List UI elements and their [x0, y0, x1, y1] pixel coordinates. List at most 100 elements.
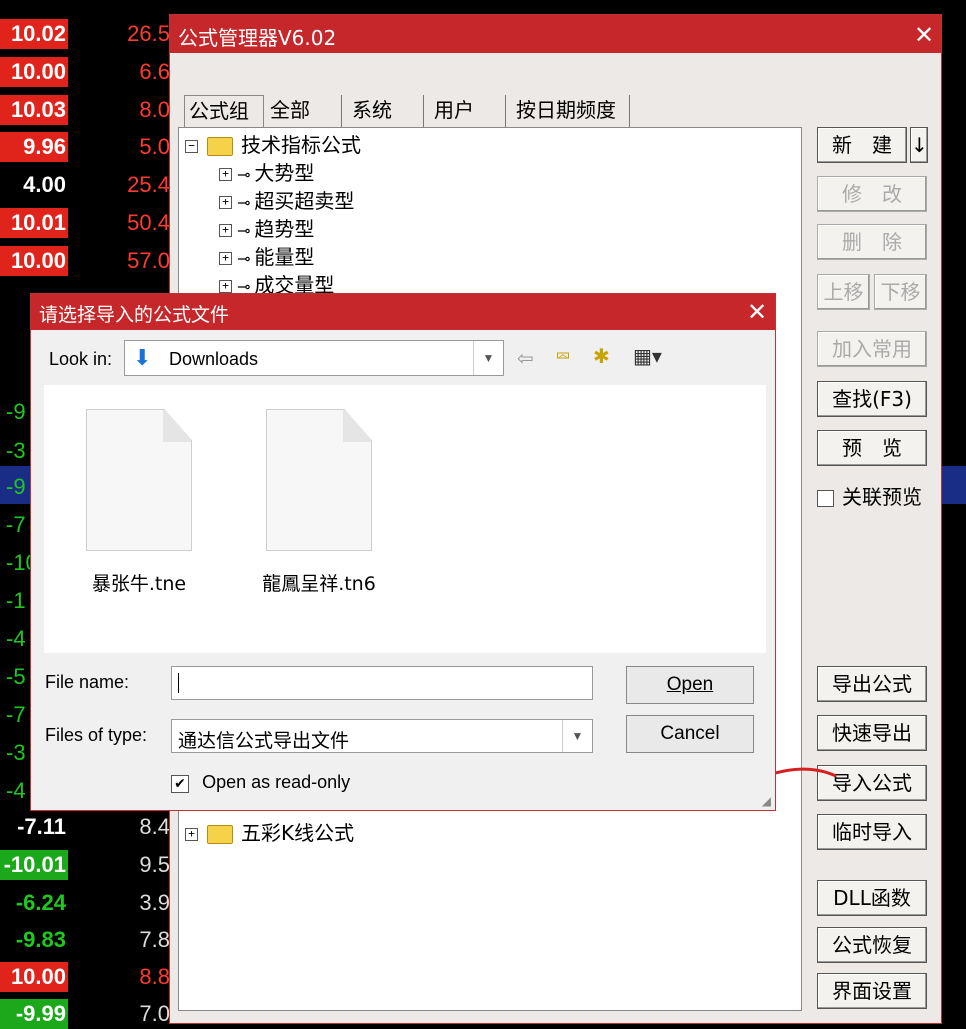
quote-row: 4.00 25.4 [0, 170, 170, 200]
quote-row: 10.03 8.0 [0, 95, 170, 125]
tree-node[interactable]: + ⊸ 超买超卖型 [219, 188, 354, 214]
read-only-checkbox[interactable]: ✔ [171, 774, 189, 793]
quote-value: 5.0 [139, 134, 170, 159]
move-up-button[interactable]: 上移 [817, 274, 870, 310]
view-menu-icon[interactable]: ▦▾ [633, 344, 662, 368]
tab-by-date-frequency[interactable]: 按日期频度 [512, 95, 630, 127]
file-list[interactable]: 暴张牛.tne 龍鳳呈祥.tn6 [44, 385, 766, 653]
quote-value: 3.9 [139, 890, 170, 915]
quote-row: 9.96 5.0 [0, 132, 170, 162]
formula-manager-titlebar: 公式管理器V6.02 ✕ [170, 15, 941, 53]
quote-change-pct: -7.11 [17, 814, 66, 839]
quote-change-pct: 10.03 [0, 95, 68, 125]
temp-import-button[interactable]: 临时导入 [817, 814, 927, 850]
file-name-label: File name: [45, 672, 130, 692]
tree-node[interactable]: + ⊸ 趋势型 [219, 216, 314, 242]
quote-row: 10.00 6.6 [0, 57, 170, 87]
move-down-button[interactable]: 下移 [874, 274, 927, 310]
key-icon: ⊸ [237, 221, 251, 240]
quote-value: 8.4 [139, 814, 170, 839]
ui-settings-button[interactable]: 界面设置 [817, 973, 927, 1009]
export-formula-button[interactable]: 导出公式 [817, 666, 927, 702]
quote-value-partial: -9 [6, 399, 26, 424]
quote-value: 6.6 [139, 59, 170, 84]
delete-button[interactable]: 删 除 [817, 224, 927, 260]
expand-icon[interactable]: + [185, 828, 198, 841]
read-only-option[interactable]: ✔ Open as read-only [171, 772, 350, 793]
expand-icon[interactable]: + [219, 224, 232, 237]
quote-value-partial: -10 [6, 550, 30, 575]
expand-icon[interactable]: + [219, 196, 232, 209]
dll-function-button[interactable]: DLL函数 [817, 880, 927, 916]
quick-export-button[interactable]: 快速导出 [817, 715, 927, 751]
tree-node[interactable]: + ⊸ 大势型 [219, 160, 314, 186]
quote-row: -9.83 7.8 [0, 925, 170, 955]
file-icon [266, 409, 372, 551]
tab-all[interactable]: 全部 [266, 95, 342, 127]
cancel-button[interactable]: Cancel [626, 715, 754, 753]
files-of-type-label: Files of type: [45, 725, 148, 745]
text-cursor [178, 673, 179, 693]
new-folder-icon[interactable]: ✱ [593, 344, 610, 368]
quote-value-partial: -9 [6, 474, 26, 499]
quote-row: -6.24 3.9 [0, 888, 170, 918]
background-top-row [0, 0, 966, 12]
tab-user[interactable]: 用户 [430, 95, 506, 127]
quote-value-partial: -3 [6, 438, 26, 463]
expand-icon[interactable]: + [219, 252, 232, 265]
quote-change-pct: -9.83 [15, 927, 66, 952]
quote-row: 10.01 50.4 [0, 208, 170, 238]
look-in-value: Downloads [169, 349, 259, 369]
back-icon[interactable]: ⇦ [517, 346, 534, 370]
quote-change-pct: -6.24 [15, 890, 66, 915]
file-name: 龍鳳呈祥.tn6 [262, 573, 376, 595]
resize-grip-icon[interactable]: ◢ [762, 794, 771, 808]
quote-change-pct: 4.00 [23, 172, 66, 197]
quote-row: 10.00 8.8 [0, 962, 170, 992]
new-dropdown-button[interactable]: ↓ [910, 127, 928, 163]
open-button[interactable]: Open [626, 666, 754, 704]
look-in-select[interactable]: ⬇ Downloads ▼ [124, 340, 504, 376]
quote-value: 26.5 [127, 21, 170, 46]
chevron-down-icon[interactable]: ▼ [562, 720, 592, 752]
add-common-button[interactable]: 加入常用 [817, 331, 927, 367]
dialog-title: 请选择导入的公式文件 [39, 304, 230, 326]
tree-node-root[interactable]: − 技术指标公式 [185, 132, 361, 158]
tree-node-label: 超买超卖型 [254, 189, 355, 213]
quote-change-pct: -9.99 [0, 999, 68, 1029]
expand-icon[interactable]: + [219, 168, 232, 181]
quote-value-partial: -3 [6, 740, 26, 765]
look-in-label: Look in: [49, 349, 113, 369]
preview-button[interactable]: 预 览 [817, 430, 927, 466]
quote-value: 8.0 [139, 97, 170, 122]
quote-value: 50.4 [127, 210, 170, 235]
quote-value-partial: -5 [6, 664, 26, 689]
collapse-icon[interactable]: − [185, 140, 198, 153]
key-icon: ⊸ [237, 249, 251, 268]
file-item[interactable]: 龍鳳呈祥.tn6 [234, 409, 404, 596]
folder-icon [207, 825, 233, 844]
quote-value: 25.4 [127, 172, 170, 197]
link-preview-option[interactable]: 关联预览 [817, 481, 922, 510]
files-of-type-value: 通达信公式导出文件 [178, 730, 350, 752]
formula-restore-button[interactable]: 公式恢复 [817, 927, 927, 963]
up-folder-icon[interactable]: ⮹ [555, 344, 571, 368]
tree-node-label: 大势型 [254, 161, 315, 185]
find-button[interactable]: 查找(F3) [817, 381, 927, 417]
tab-system[interactable]: 系统 [348, 95, 424, 127]
tree-node-colorful-kline[interactable]: + 五彩K线公式 [185, 820, 354, 846]
expand-icon[interactable]: + [219, 280, 232, 293]
link-preview-label: 关联预览 [842, 485, 922, 509]
file-name-input[interactable] [171, 666, 593, 700]
close-icon[interactable]: ✕ [914, 21, 934, 49]
dialog-close-icon[interactable]: ✕ [747, 298, 767, 326]
quote-change-pct: -10.01 [0, 850, 68, 880]
file-item[interactable]: 暴张牛.tne [54, 409, 224, 596]
tree-node[interactable]: + ⊸ 能量型 [219, 244, 314, 270]
link-preview-checkbox[interactable] [817, 490, 834, 507]
edit-button[interactable]: 修 改 [817, 176, 927, 212]
chevron-down-icon[interactable]: ▼ [473, 341, 503, 375]
files-of-type-select[interactable]: 通达信公式导出文件 ▼ [171, 719, 593, 753]
tab-formula-group[interactable]: 公式组 [184, 95, 264, 127]
new-button[interactable]: 新 建 [817, 127, 907, 163]
